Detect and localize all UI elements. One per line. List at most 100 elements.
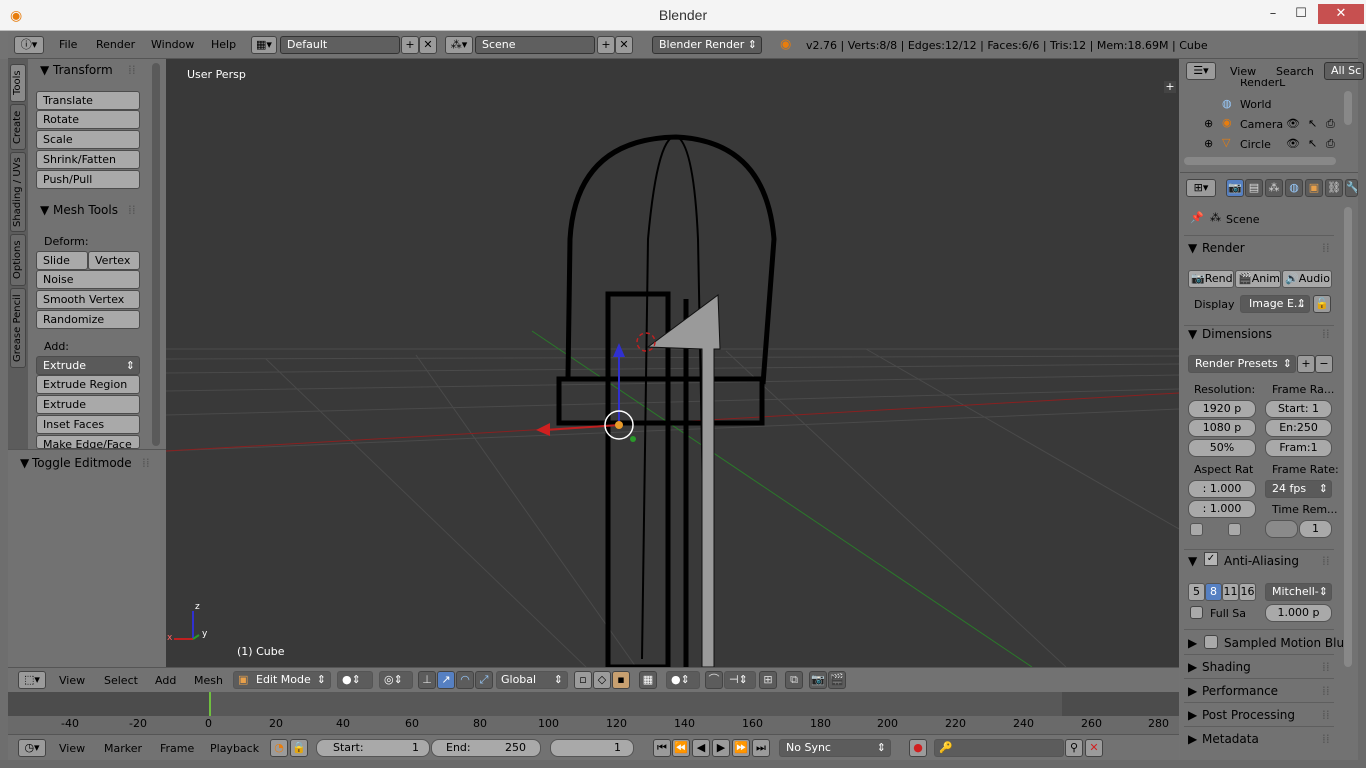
toggle-properties-plus-icon[interactable]: + (1164, 81, 1176, 93)
outliner-row-camera[interactable]: Camera (1240, 118, 1283, 131)
render-still-button[interactable]: 📷Rend (1188, 270, 1234, 288)
slide-edge-button[interactable]: Slide Ed (36, 251, 88, 284)
y-manipulator-dot[interactable] (630, 436, 636, 442)
camera-render-icon[interactable]: ⎙ (1326, 117, 1335, 131)
start-frame-field[interactable]: Start: 1 (316, 739, 430, 757)
menu-playback[interactable]: Playback (210, 742, 259, 755)
time-remap-old-field[interactable] (1265, 520, 1298, 538)
menu-select[interactable]: Select (104, 674, 138, 687)
render-audio-button[interactable]: 🔊Audio (1282, 270, 1332, 288)
frame-rate-dropdown[interactable]: 24 fps ⇕ (1265, 480, 1332, 498)
frame-start-field[interactable]: Start: 1 (1265, 400, 1332, 418)
motion-blur-checkbox[interactable] (1204, 635, 1218, 649)
jump-keyframe-back-icon[interactable]: ⏪ (672, 739, 690, 757)
outliner-v-scrollbar[interactable] (1344, 91, 1352, 125)
viewport-scene[interactable] (166, 59, 1179, 667)
scale-manipulator-icon[interactable]: ⤢ (475, 671, 493, 689)
shading-dropdown[interactable]: ●⇕ (337, 671, 373, 689)
resolution-percent-field[interactable]: 50% (1188, 439, 1256, 457)
current-frame-field[interactable]: 1 (550, 739, 634, 757)
menu-view[interactable]: View (59, 742, 85, 755)
lock-icon[interactable]: 🔒 (290, 739, 308, 757)
jump-keyframe-forward-icon[interactable]: ⏩ (732, 739, 750, 757)
circle-visibility-eye-icon[interactable]: 👁 (1286, 137, 1300, 150)
anti-aliasing-panel-title[interactable]: Anti-Aliasing (1224, 554, 1299, 568)
drag-handle-icon[interactable]: ⁞⁞ (1322, 554, 1330, 568)
sync-dropdown[interactable]: No Sync ⇕ (779, 739, 891, 757)
scene-context-icon[interactable]: ⁂ (1265, 179, 1283, 197)
properties-scrollbar[interactable] (1344, 207, 1352, 667)
remove-preset-icon[interactable]: − (1315, 355, 1333, 373)
manipulator-toggle-icon[interactable]: ⊥ (418, 671, 436, 689)
post-processing-panel-title[interactable]: Post Processing (1202, 708, 1295, 722)
mode-dropdown[interactable]: ▣ Edit Mode ⇕ (233, 671, 331, 689)
dimensions-panel-arrow-icon[interactable]: ▼ (1188, 327, 1197, 341)
aa-samples-8[interactable]: 8 (1205, 583, 1222, 601)
outliner-row-circle[interactable]: Circle (1240, 138, 1271, 151)
anti-aliasing-arrow-icon[interactable]: ▼ (1188, 554, 1197, 568)
play-reverse-icon[interactable]: ◀ (692, 739, 710, 757)
drag-handle-icon[interactable]: ⁞⁞ (1322, 327, 1330, 341)
drag-handle-icon[interactable]: ⁞⁞ (128, 63, 136, 77)
translate-button[interactable]: Translate (36, 91, 140, 110)
menu-add[interactable]: Add (155, 674, 176, 687)
outliner-h-scrollbar[interactable] (1184, 157, 1336, 165)
expand-circle-icon[interactable]: ⊕ (1204, 137, 1213, 150)
make-edge-face-button[interactable]: Make Edge/Face (36, 435, 140, 449)
tab-grease-pencil[interactable]: Grease Pencil (10, 288, 26, 368)
render-engine-dropdown[interactable]: Blender Render ⇕ (652, 36, 762, 54)
led-outline-model[interactable] (556, 134, 777, 667)
menu-mesh[interactable]: Mesh (194, 674, 223, 687)
scene-icon[interactable]: ⁂▾ (445, 36, 473, 54)
post-processing-arrow-icon[interactable]: ▶ (1188, 708, 1197, 722)
border-checkbox[interactable] (1190, 523, 1203, 536)
performance-panel-title[interactable]: Performance (1202, 684, 1278, 698)
jump-start-icon[interactable]: ⏮ (653, 739, 671, 757)
shrink-fatten-button[interactable]: Shrink/Fatten (36, 150, 140, 169)
outliner-row-world[interactable]: World (1240, 98, 1272, 111)
pin-icon[interactable]: 📌 (1190, 211, 1204, 224)
drag-handle-icon[interactable]: ⁞⁞ (1322, 660, 1330, 674)
display-dropdown[interactable]: Image E... ⇕ (1240, 295, 1310, 313)
rotate-manipulator-icon[interactable]: ◠ (456, 671, 474, 689)
tab-create[interactable]: Create (10, 104, 26, 150)
menu-render[interactable]: Render (96, 38, 135, 51)
performance-arrow-icon[interactable]: ▶ (1188, 684, 1197, 698)
opengl-render-icon[interactable]: 📷 (809, 671, 827, 689)
tab-options[interactable]: Options (10, 234, 26, 286)
occlude-geometry-icon[interactable]: ▦ (639, 671, 657, 689)
menu-file[interactable]: File (59, 38, 77, 51)
anti-aliasing-checkbox[interactable]: ✓ (1204, 552, 1218, 566)
orientation-dropdown[interactable]: Global ⇕ (496, 671, 568, 689)
add-scene-icon[interactable]: + (597, 36, 615, 54)
opengl-anim-icon[interactable]: 🎬 (828, 671, 846, 689)
maximize-button[interactable]: ☐ (1288, 4, 1314, 24)
metadata-arrow-icon[interactable]: ▶ (1188, 732, 1197, 746)
snap-toggle-icon[interactable]: ⌒ (705, 671, 723, 689)
menu-window[interactable]: Window (151, 38, 194, 51)
snap-element-dropdown[interactable]: ⊣⇕ (724, 671, 756, 689)
menu-frame[interactable]: Frame (160, 742, 194, 755)
circle-render-icon[interactable]: ⎙ (1326, 137, 1335, 151)
operator-arrow-icon[interactable]: ▼ (20, 456, 29, 470)
aa-filter-dropdown[interactable]: Mitchell- ⇕ (1265, 583, 1332, 601)
drag-handle-icon[interactable]: ⁞⁞ (1322, 684, 1330, 698)
render-layers-context-icon[interactable]: ▤ (1245, 179, 1263, 197)
frame-step-field[interactable]: Fram:1 (1265, 439, 1332, 457)
render-context-icon[interactable]: 📷 (1226, 179, 1244, 197)
mesh-tools-panel-title[interactable]: Mesh Tools (53, 203, 118, 217)
close-button[interactable]: ✕ (1318, 4, 1364, 24)
current-frame-indicator[interactable] (209, 692, 211, 716)
timeline[interactable]: -40 -20 0 20 40 60 80 100 120 140 160 18… (8, 692, 1179, 734)
proportional-edit-dropdown[interactable]: ●⇕ (666, 671, 700, 689)
frame-end-field[interactable]: En:250 (1265, 419, 1332, 437)
face-select-icon[interactable]: ▪ (612, 671, 630, 689)
snap-target-icon[interactable]: ⊞ (759, 671, 777, 689)
menu-help[interactable]: Help (211, 38, 236, 51)
scale-button[interactable]: Scale (36, 130, 140, 149)
tab-tools[interactable]: Tools (10, 64, 26, 102)
circle-select-cursor-icon[interactable]: ↖ (1308, 137, 1317, 150)
extrude-region-button[interactable]: Extrude Region (36, 375, 140, 394)
world-context-icon[interactable]: ◍ (1285, 179, 1303, 197)
transform-panel-arrow-icon[interactable]: ▼ (40, 63, 49, 77)
